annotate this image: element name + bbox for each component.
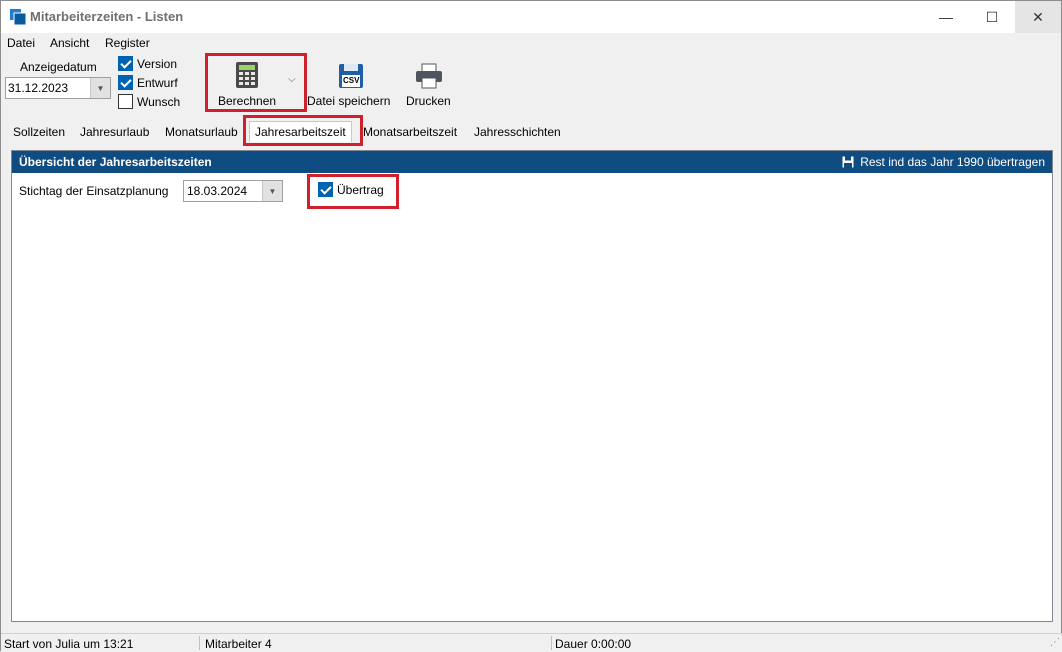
csv-badge: CSV bbox=[343, 76, 360, 85]
tab-monatsarbeitszeit[interactable]: Monatsarbeitszeit bbox=[363, 125, 457, 139]
tab-jahresschichten[interactable]: Jahresschichten bbox=[474, 125, 561, 139]
save-icon bbox=[842, 156, 854, 168]
highlight-berechnen bbox=[205, 53, 307, 112]
drucken-button[interactable]: Drucken bbox=[403, 61, 455, 109]
highlight-tab-jahresarbeitszeit bbox=[243, 115, 363, 146]
close-button[interactable]: ✕ bbox=[1015, 1, 1061, 33]
printer-icon bbox=[416, 63, 442, 89]
minimize-icon: — bbox=[939, 9, 953, 25]
status-separator bbox=[199, 636, 200, 650]
menu-register[interactable]: Register bbox=[105, 36, 150, 50]
status-mitarbeiter: Mitarbeiter 4 bbox=[205, 637, 272, 651]
highlight-uebertrag bbox=[307, 174, 399, 209]
drucken-label: Drucken bbox=[406, 94, 451, 108]
checkbox-wunsch-label: Wunsch bbox=[137, 94, 181, 109]
tab-bar: Sollzeiten Jahresurlaub Monatsurlaub Jah… bbox=[1, 119, 1062, 143]
resize-grip-icon[interactable]: ⋰ bbox=[1050, 637, 1060, 648]
app-icon bbox=[10, 9, 26, 25]
close-icon: ✕ bbox=[1032, 8, 1044, 25]
maximize-button[interactable]: ☐ bbox=[969, 1, 1015, 33]
app-window: Mitarbeiterzeiten - Listen — ☐ ✕ Datei A… bbox=[0, 0, 1062, 652]
checkbox-wunsch[interactable]: Wunsch bbox=[118, 94, 180, 109]
stichtag-value: 18.03.2024 bbox=[187, 184, 248, 198]
maximize-icon: ☐ bbox=[985, 8, 999, 25]
content-panel: Übersicht der Jahresarbeitszeiten Rest i… bbox=[11, 150, 1053, 622]
rest-uebertragen-label: Rest ind das Jahr 1990 übertragen bbox=[860, 155, 1045, 169]
checkbox-version[interactable]: Version bbox=[118, 56, 177, 71]
checkbox-version-box[interactable] bbox=[118, 56, 133, 71]
checkbox-entwurf-box[interactable] bbox=[118, 75, 133, 90]
anzeigedatum-dropdown[interactable]: 31.12.2023 ▼ bbox=[5, 77, 111, 99]
checkbox-wunsch-box[interactable] bbox=[118, 94, 133, 109]
minimize-button[interactable]: — bbox=[923, 1, 969, 33]
menu-bar: Datei Ansicht Register bbox=[1, 35, 301, 53]
chevron-down-icon[interactable]: ▼ bbox=[262, 181, 282, 201]
tab-sollzeiten[interactable]: Sollzeiten bbox=[13, 125, 65, 139]
rest-uebertragen-button[interactable]: Rest ind das Jahr 1990 übertragen bbox=[842, 155, 1045, 169]
panel-header: Übersicht der Jahresarbeitszeiten Rest i… bbox=[12, 151, 1052, 173]
checkbox-entwurf[interactable]: Entwurf bbox=[118, 75, 178, 90]
anzeigedatum-label: Anzeigedatum bbox=[20, 60, 97, 74]
datei-speichern-label: Datei speichern bbox=[307, 94, 391, 108]
menu-datei[interactable]: Datei bbox=[7, 36, 35, 50]
datei-speichern-button[interactable]: CSV Datei speichern bbox=[305, 61, 399, 109]
panel-title: Übersicht der Jahresarbeitszeiten bbox=[19, 155, 212, 169]
status-dauer: Dauer 0:00:00 bbox=[555, 637, 632, 651]
tab-jahresurlaub[interactable]: Jahresurlaub bbox=[80, 125, 149, 139]
window-title: Mitarbeiterzeiten - Listen bbox=[30, 9, 184, 24]
status-bar: Start von Julia um 13:21 Mitarbeiter 4 D… bbox=[1, 633, 1062, 652]
menu-ansicht[interactable]: Ansicht bbox=[50, 36, 89, 50]
status-separator bbox=[551, 636, 552, 650]
status-start: Start von Julia um 13:21 bbox=[4, 637, 134, 651]
tab-monatsurlaub[interactable]: Monatsurlaub bbox=[165, 125, 238, 139]
checkbox-version-label: Version bbox=[137, 56, 178, 71]
stichtag-dropdown[interactable]: 18.03.2024 ▼ bbox=[183, 180, 283, 202]
anzeigedatum-value: 31.12.2023 bbox=[8, 81, 69, 95]
title-bar: Mitarbeiterzeiten - Listen — ☐ ✕ bbox=[1, 1, 1061, 33]
checkbox-entwurf-label: Entwurf bbox=[137, 75, 178, 90]
stichtag-label: Stichtag der Einsatzplanung bbox=[19, 184, 169, 198]
chevron-down-icon[interactable]: ▼ bbox=[90, 78, 110, 98]
